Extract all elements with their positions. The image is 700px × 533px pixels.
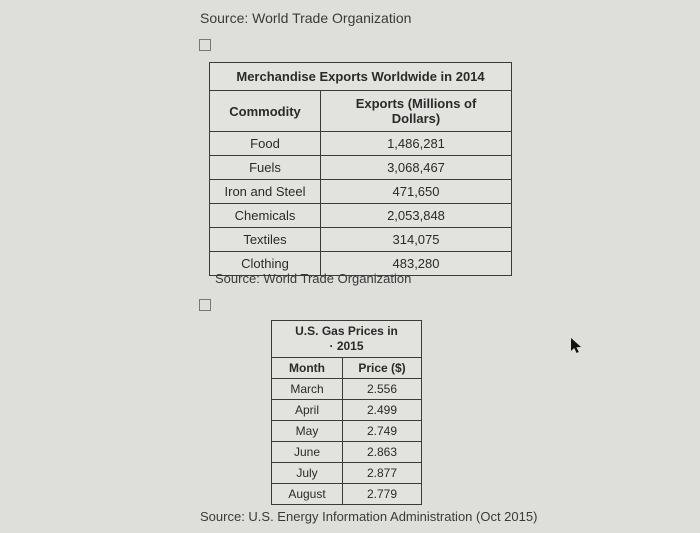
cell-month: August — [272, 484, 343, 505]
table-exports-title: Merchandise Exports Worldwide in 2014 — [210, 63, 512, 91]
cursor-icon — [570, 337, 584, 355]
cell-month: July — [272, 463, 343, 484]
source-text-top: Source: World Trade Organization — [200, 10, 411, 26]
table-row: May 2.749 — [272, 421, 422, 442]
cell-price: 2.863 — [343, 442, 422, 463]
page: Source: World Trade Organization Merchan… — [0, 0, 700, 533]
table-exports: Merchandise Exports Worldwide in 2014 Co… — [209, 62, 512, 276]
cell-commodity: Food — [210, 132, 321, 156]
cell-month: June — [272, 442, 343, 463]
cell-price: 2.749 — [343, 421, 422, 442]
cell-month: March — [272, 379, 343, 400]
checkbox-2[interactable] — [199, 299, 211, 311]
table-gas-title-line1: U.S. Gas Prices in — [295, 324, 398, 338]
table-row: July 2.877 — [272, 463, 422, 484]
table-exports-colhead-value: Exports (Millions of Dollars) — [321, 91, 512, 132]
cell-price: 2.877 — [343, 463, 422, 484]
cell-price: 2.779 — [343, 484, 422, 505]
cell-value: 314,075 — [321, 228, 512, 252]
cell-value: 471,650 — [321, 180, 512, 204]
cell-value: 1,486,281 — [321, 132, 512, 156]
table-gas-title: U.S. Gas Prices in · 2015 — [272, 321, 422, 358]
table-row: Chemicals 2,053,848 — [210, 204, 512, 228]
cell-month: April — [272, 400, 343, 421]
table-row: Iron and Steel 471,650 — [210, 180, 512, 204]
table-row: Textiles 314,075 — [210, 228, 512, 252]
table-row: Food 1,486,281 — [210, 132, 512, 156]
table-row: August 2.779 — [272, 484, 422, 505]
checkbox-1[interactable] — [199, 39, 211, 51]
cell-commodity: Chemicals — [210, 204, 321, 228]
cell-commodity: Fuels — [210, 156, 321, 180]
table-row: Fuels 3,068,467 — [210, 156, 512, 180]
table-exports-colhead-commodity: Commodity — [210, 91, 321, 132]
table-gas-colhead-price: Price ($) — [343, 358, 422, 379]
source-text-bottom: Source: U.S. Energy Information Administ… — [200, 509, 537, 524]
table-gas-colhead-month: Month — [272, 358, 343, 379]
cell-commodity: Textiles — [210, 228, 321, 252]
cell-value: 2,053,848 — [321, 204, 512, 228]
table-row: April 2.499 — [272, 400, 422, 421]
cell-price: 2.556 — [343, 379, 422, 400]
table-gas-prices: U.S. Gas Prices in · 2015 Month Price ($… — [271, 320, 422, 505]
cell-value: 3,068,467 — [321, 156, 512, 180]
cell-price: 2.499 — [343, 400, 422, 421]
table-row: March 2.556 — [272, 379, 422, 400]
cell-commodity: Iron and Steel — [210, 180, 321, 204]
table-gas-title-line2: · 2015 — [329, 339, 363, 353]
cell-month: May — [272, 421, 343, 442]
table-row: June 2.863 — [272, 442, 422, 463]
source-text-mid: Source: World Trade Organization — [215, 271, 411, 286]
